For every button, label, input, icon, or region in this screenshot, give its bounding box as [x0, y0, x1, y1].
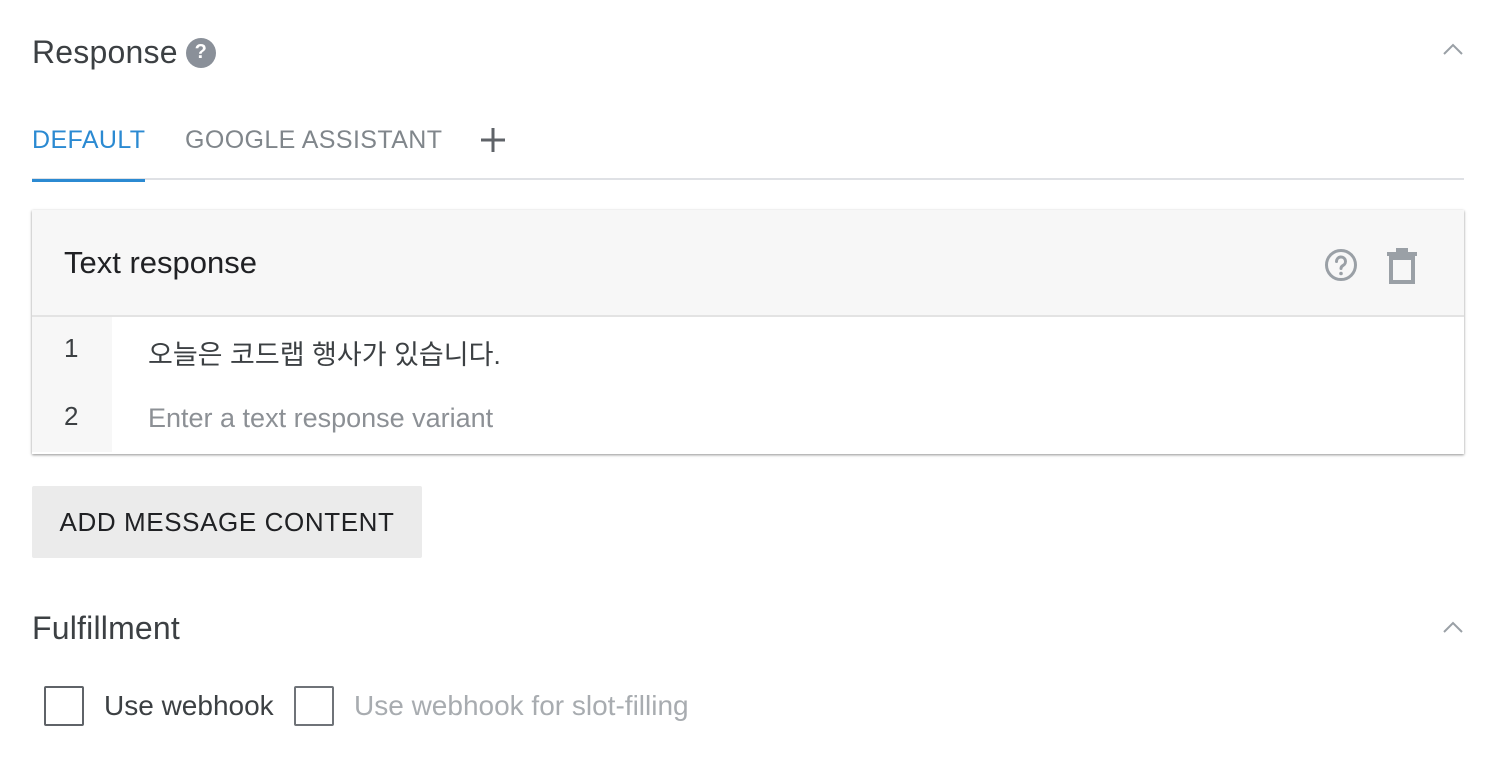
response-rows: 1 오늘은 코드랩 행사가 있습니다. 2 [32, 317, 1464, 452]
response-text[interactable]: 오늘은 코드랩 행사가 있습니다. [148, 333, 501, 372]
add-tab-button[interactable] [478, 100, 508, 180]
help-icon[interactable]: ? [185, 37, 216, 68]
fulfillment-header: Fulfillment [32, 610, 180, 647]
use-webhook-slot-filling-checkbox[interactable] [294, 686, 334, 726]
add-message-content-button[interactable]: ADD MESSAGE CONTENT [32, 486, 422, 558]
response-header: Response ? [32, 34, 216, 71]
text-response-card: Text response 1 오늘은 코드랩 행사가 있습니다. 2 [32, 210, 1464, 454]
plus-icon [481, 128, 505, 152]
fulfillment-title: Fulfillment [32, 610, 181, 646]
card-title: Text response [64, 244, 257, 280]
response-title: Response [32, 34, 178, 70]
row-number: 2 [64, 401, 79, 431]
card-header: Text response [32, 210, 1464, 317]
use-webhook-label[interactable]: Use webhook [104, 690, 274, 722]
response-variant-input[interactable] [148, 400, 1428, 436]
response-tabs: DEFAULT GOOGLE ASSISTANT [32, 100, 1464, 182]
tab-google-assistant[interactable]: GOOGLE ASSISTANT [185, 100, 442, 180]
tab-default[interactable]: DEFAULT [32, 100, 146, 182]
trash-icon[interactable] [1385, 246, 1419, 284]
row-number: 1 [64, 333, 79, 363]
use-webhook-slot-filling-label: Use webhook for slot-filling [354, 690, 689, 721]
chevron-up-icon[interactable] [1442, 39, 1464, 61]
use-webhook-checkbox[interactable] [44, 686, 84, 726]
chevron-up-icon[interactable] [1442, 617, 1464, 639]
help-circle-icon[interactable] [1324, 248, 1358, 282]
